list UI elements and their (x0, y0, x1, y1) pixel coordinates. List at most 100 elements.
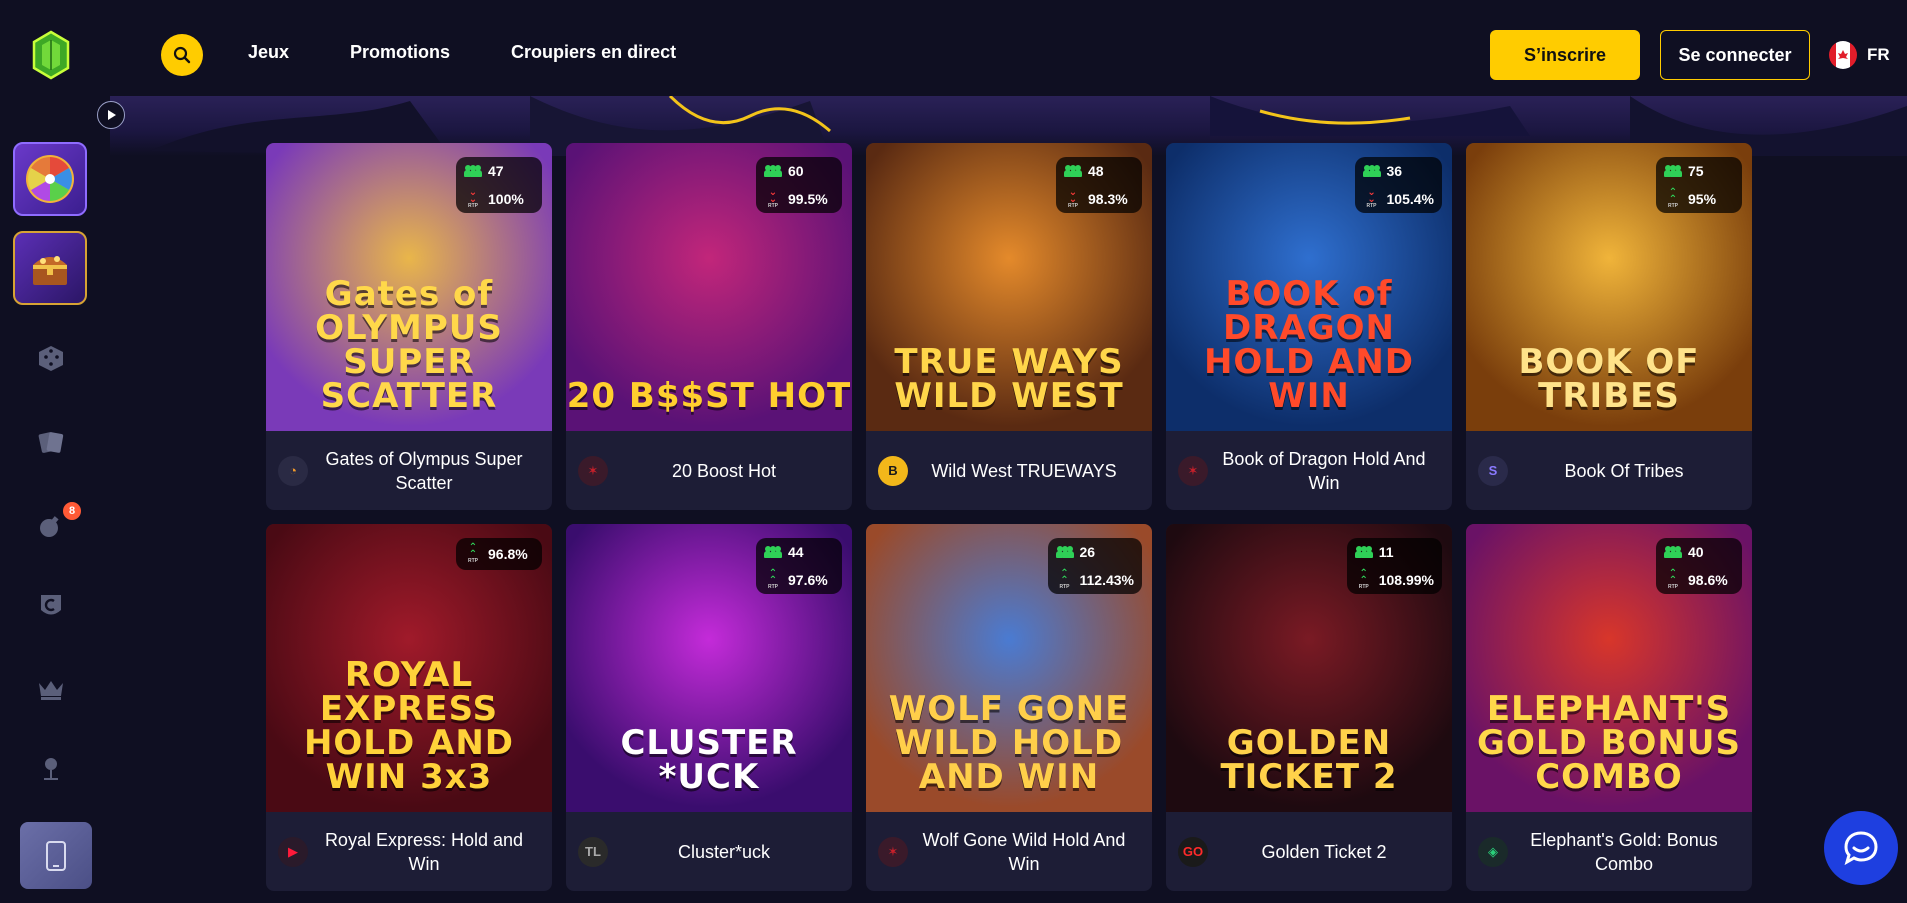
search-button[interactable] (161, 34, 203, 76)
sidebar-item-treasure[interactable] (13, 231, 87, 305)
rtp-value: 112.43% (1079, 572, 1135, 588)
sidebar-item-cards[interactable] (35, 426, 67, 458)
trend-up-icon: ⌃ ⌃ RTP (768, 568, 778, 591)
game-caption[interactable]: ✶ Wolf Gone Wild Hold And Win (866, 812, 1152, 891)
game-stats-badge: 11 ⌃ ⌃ RTP 108.99% (1346, 538, 1442, 594)
trend-up-icon: ⌃ ⌃ RTP (468, 542, 478, 565)
game-caption[interactable]: ✶ Book of Dragon Hold And Win (1166, 431, 1452, 510)
game-art-title: TRUE WAYS WILD WEST (894, 342, 1124, 416)
trend-down-icon: ⌄ ⌄ RTP (1068, 187, 1078, 210)
trend-down-icon: ⌄ ⌄ RTP (1366, 187, 1377, 210)
game-art-title: 20 B$$ST HOT (566, 376, 852, 416)
game-title[interactable]: Gates of Olympus Super Scatter (308, 447, 540, 495)
game-thumbnail[interactable]: WOLF GONE WILD HOLD AND WIN 26 ⌃ ⌃ RTP 112.43… (866, 524, 1152, 812)
game-title[interactable]: Book Of Tribes (1508, 459, 1740, 483)
game-caption[interactable]: GO Golden Ticket 2 (1166, 812, 1452, 891)
nav-promotions[interactable]: Promotions (350, 42, 450, 63)
sidebar-item-wheel[interactable] (13, 142, 87, 216)
provider-logo-icon: TL (578, 836, 608, 867)
player-count: 47 (488, 163, 504, 179)
game-card[interactable]: GOLDEN TICKET 2 11 ⌃ ⌃ RTP 108.99% GO Golden Ti… (1166, 524, 1452, 891)
player-count: 11 (1378, 544, 1394, 560)
game-thumbnail[interactable]: ROYAL EXPRESS HOLD AND WIN 3x3 ⌃ ⌃ RTP 96.8% (266, 524, 552, 812)
rtp-value: 97.6% (788, 572, 828, 588)
dice-icon (39, 346, 63, 371)
game-card[interactable]: ELEPHANT'S GOLD BONUS COMBO 40 ⌃ ⌃ RTP 98.6% ◈… (1466, 524, 1752, 891)
game-card[interactable]: 20 B$$ST HOT 60 ⌄ ⌄ RTP 99.5% ✶ 20 Boost Hot (566, 143, 852, 510)
provider-logo-icon: ✶ (1178, 455, 1208, 486)
trend-up-icon: ⌃ ⌃ RTP (1059, 568, 1070, 591)
rtp-value: 95% (1688, 191, 1717, 207)
game-caption[interactable]: ✶ 20 Boost Hot (566, 431, 852, 510)
player-count: 60 (788, 163, 804, 179)
provider-logo-icon: GO (1178, 836, 1208, 867)
game-title[interactable]: Royal Express: Hold and Win (308, 828, 540, 876)
game-thumbnail[interactable]: CLUSTER *UCK 44 ⌃ ⌃ RTP 97.6% (566, 524, 852, 812)
game-card[interactable]: BOOK of DRAGON HOLD AND WIN 36 ⌄ ⌄ RTP 105.4%… (1166, 143, 1452, 510)
signup-button[interactable]: S’inscrire (1490, 30, 1640, 80)
sidebar-item-dice[interactable] (35, 342, 67, 374)
game-thumbnail[interactable]: 20 B$$ST HOT 60 ⌄ ⌄ RTP 99.5% (566, 143, 852, 431)
game-title[interactable]: Wolf Gone Wild Hold And Win (908, 828, 1140, 876)
game-stats-badge: 36 ⌄ ⌄ RTP 105.4% (1354, 157, 1442, 213)
main-nav: Jeux Promotions Croupiers en direct (248, 42, 737, 63)
game-title[interactable]: Cluster*uck (608, 840, 840, 864)
top-header: Jeux Promotions Croupiers en direct S’in… (0, 0, 1907, 96)
game-thumbnail[interactable]: ELEPHANT'S GOLD BONUS COMBO 40 ⌃ ⌃ RTP 98.6% (1466, 524, 1752, 812)
game-art-title: ELEPHANT'S GOLD BONUS COMBO (1477, 689, 1741, 797)
game-caption[interactable]: S Book Of Tribes (1466, 431, 1752, 510)
sidebar-item-bomb[interactable] (35, 509, 67, 541)
sidebar-item-crown[interactable] (35, 673, 67, 705)
game-caption[interactable]: ▶ Royal Express: Hold and Win (266, 812, 552, 891)
rtp-value: 108.99% (1378, 572, 1434, 588)
players-icon (464, 165, 482, 177)
game-thumbnail[interactable]: BOOK of DRAGON HOLD AND WIN 36 ⌄ ⌄ RTP 105.4% (1166, 143, 1452, 431)
provider-logo-icon: ◈ (1478, 836, 1508, 867)
players-icon (764, 165, 782, 177)
game-stats-badge: 26 ⌃ ⌃ RTP 112.43% (1047, 538, 1142, 594)
game-card[interactable]: TRUE WAYS WILD WEST 48 ⌄ ⌄ RTP 98.3% B Wild Wes… (866, 143, 1152, 510)
game-caption[interactable]: TL Cluster*uck (566, 812, 852, 891)
game-art-title: ROYAL EXPRESS HOLD AND WIN 3x3 (303, 655, 515, 797)
game-art-title: GOLDEN TICKET 2 (1220, 723, 1398, 797)
player-count: 75 (1688, 163, 1704, 179)
language-selector[interactable]: FR (1829, 41, 1890, 69)
game-stats-badge: 60 ⌄ ⌄ RTP 99.5% (756, 157, 842, 213)
game-card[interactable]: ROYAL EXPRESS HOLD AND WIN 3x3 ⌃ ⌃ RTP 96.8%… (266, 524, 552, 891)
login-button[interactable]: Se connecter (1660, 30, 1810, 80)
language-code: FR (1867, 45, 1890, 64)
microphone-icon (44, 758, 58, 780)
game-title[interactable]: Elephant's Gold: Bonus Combo (1508, 828, 1740, 876)
game-thumbnail[interactable]: GOLDEN TICKET 2 11 ⌃ ⌃ RTP 108.99% (1166, 524, 1452, 812)
game-thumbnail[interactable]: Gates of OLYMPUS SUPER SCATTER 47 ⌄ ⌄ RTP 100… (266, 143, 552, 431)
game-title[interactable]: Wild West TRUEWAYS (908, 459, 1140, 483)
game-caption[interactable]: ◔ Gates of Olympus Super Scatter (266, 431, 552, 510)
sidebar-item-live[interactable] (35, 753, 67, 785)
wheel-of-fortune-icon (26, 155, 74, 203)
game-stats-badge: 48 ⌄ ⌄ RTP 98.3% (1056, 157, 1142, 213)
game-card[interactable]: CLUSTER *UCK 44 ⌃ ⌃ RTP 97.6% TL Cluster*uck (566, 524, 852, 891)
chat-bubble-icon (1844, 831, 1878, 866)
game-card[interactable]: BOOK OF TRIBES 75 ⌃ ⌃ RTP 95% S Book Of Tribes (1466, 143, 1752, 510)
game-title[interactable]: Golden Ticket 2 (1208, 840, 1440, 864)
provider-logo-icon: ✶ (878, 836, 908, 867)
shield-icon (41, 595, 61, 615)
sidebar-toggle-button[interactable] (97, 101, 125, 129)
nav-live-dealers[interactable]: Croupiers en direct (511, 42, 676, 63)
game-card[interactable]: Gates of OLYMPUS SUPER SCATTER 47 ⌄ ⌄ RTP 100… (266, 143, 552, 510)
sidebar-item-shield[interactable] (35, 590, 67, 622)
nav-games[interactable]: Jeux (248, 42, 289, 63)
game-stats-badge: 47 ⌄ ⌄ RTP 100% (456, 157, 542, 213)
game-caption[interactable]: ◈ Elephant's Gold: Bonus Combo (1466, 812, 1752, 891)
game-title[interactable]: Book of Dragon Hold And Win (1208, 447, 1440, 495)
mobile-app-button[interactable] (20, 822, 92, 889)
live-chat-button[interactable] (1824, 811, 1898, 885)
game-thumbnail[interactable]: BOOK OF TRIBES 75 ⌃ ⌃ RTP 95% (1466, 143, 1752, 431)
game-thumbnail[interactable]: TRUE WAYS WILD WEST 48 ⌄ ⌄ RTP 98.3% (866, 143, 1152, 431)
game-title[interactable]: 20 Boost Hot (608, 459, 840, 483)
rtp-value: 98.3% (1088, 191, 1128, 207)
game-caption[interactable]: B Wild West TRUEWAYS (866, 431, 1152, 510)
emerald-gem-icon[interactable] (32, 30, 70, 80)
game-card[interactable]: WOLF GONE WILD HOLD AND WIN 26 ⌃ ⌃ RTP 112.43… (866, 524, 1152, 891)
play-icon (108, 110, 116, 120)
